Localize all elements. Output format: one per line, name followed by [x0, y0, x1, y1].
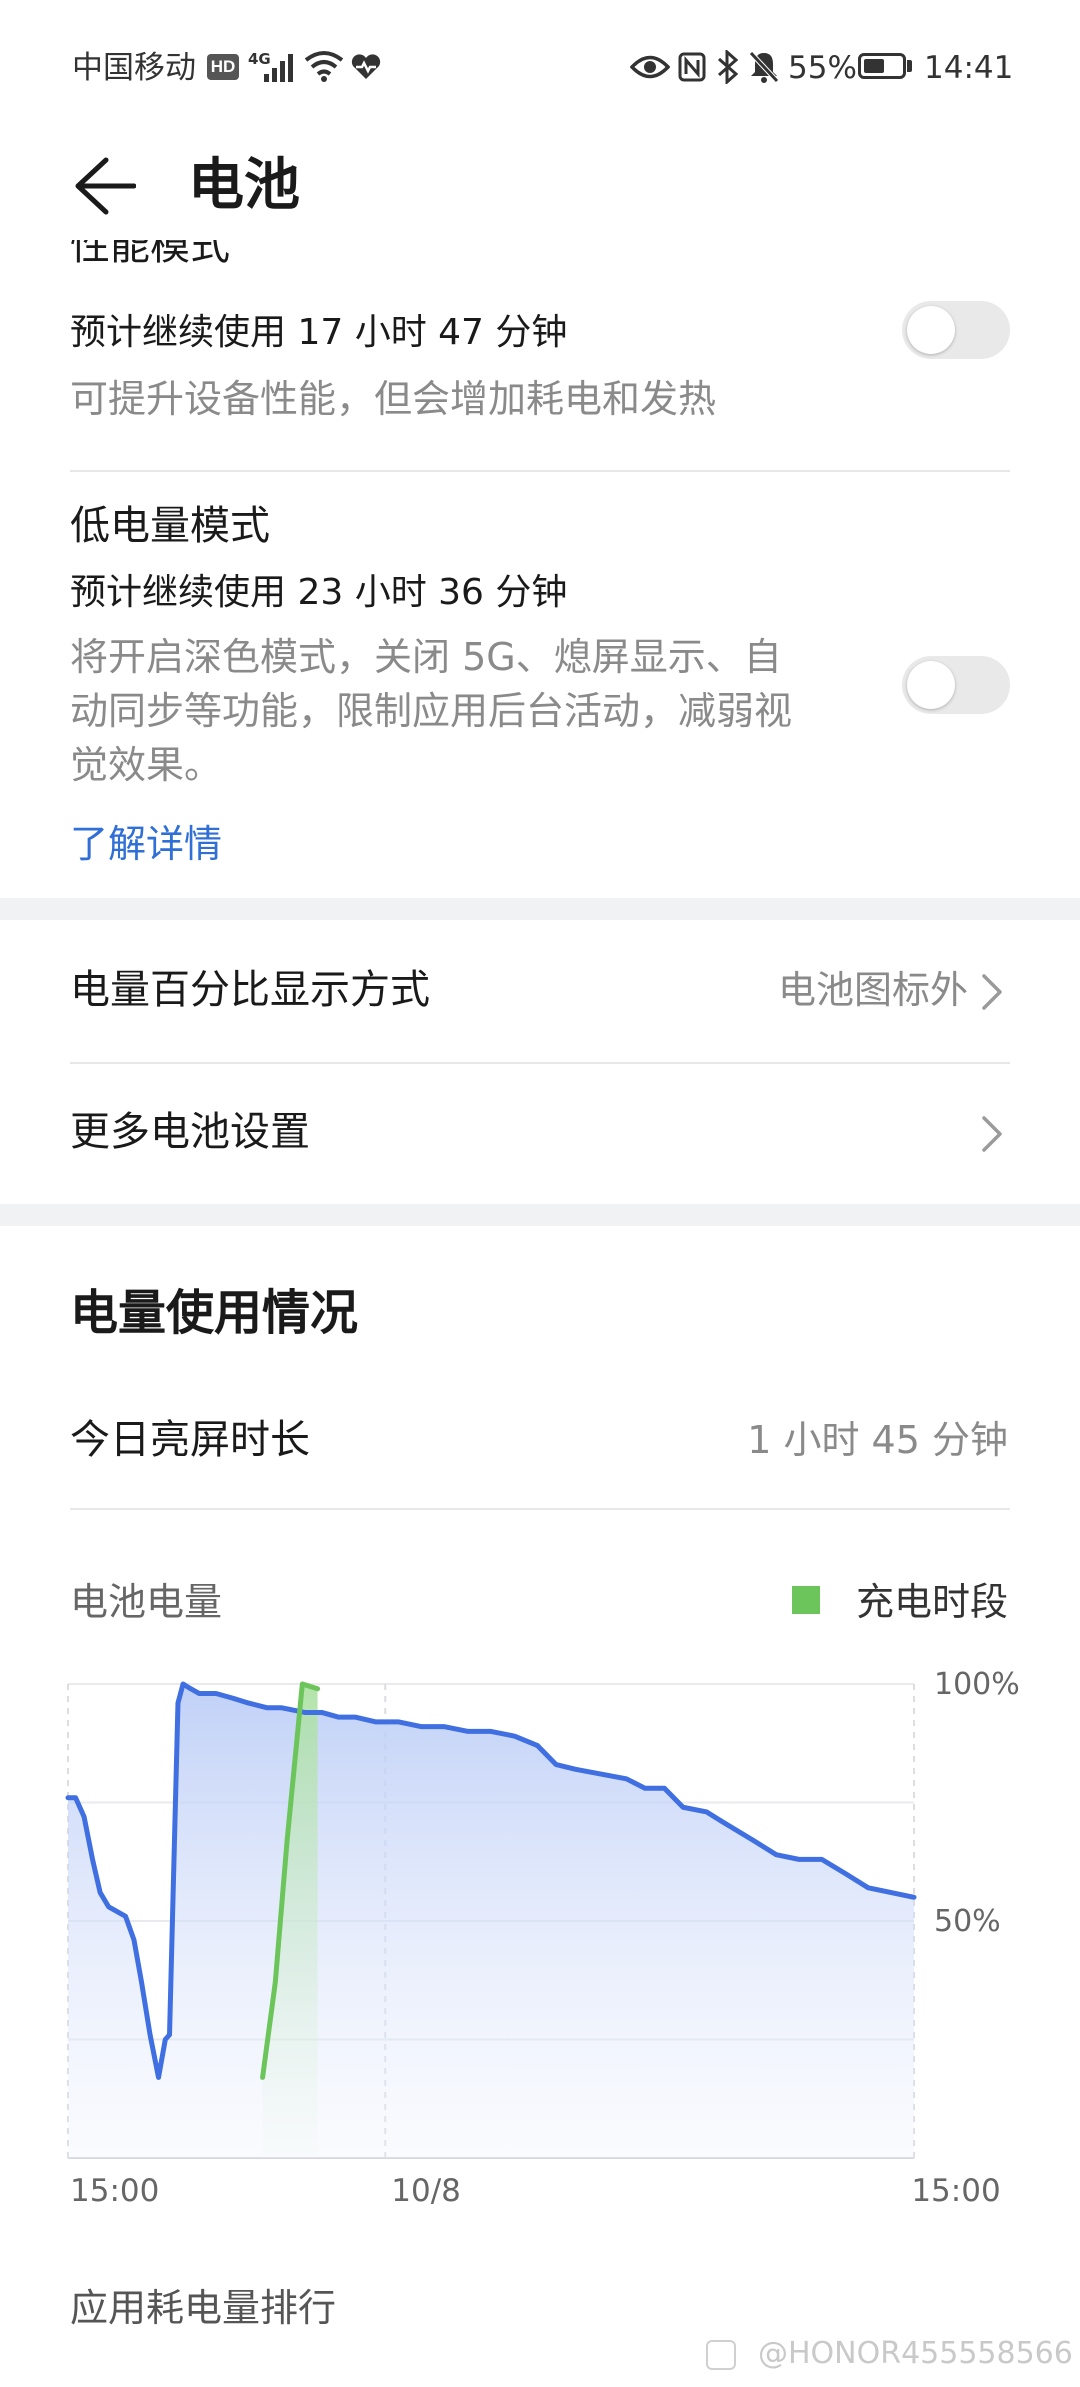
chevron-right-icon [982, 974, 1002, 1010]
low-power-mode-description-line-2: 动同步等功能，限制应用后台活动，减弱视 [70, 689, 793, 733]
performance-mode-estimate: 预计继续使用 17 小时 47 分钟 [70, 312, 568, 353]
page-title: 电池 [188, 153, 300, 218]
battery-level-chart: 100% 50% 15:00 10/8 15:00 [65, 1667, 1020, 2209]
performance-mode-title: 性能模式 [70, 240, 230, 269]
divider [70, 1508, 1010, 1510]
hd-badge: HD [207, 54, 239, 80]
battery-icon [858, 53, 906, 79]
battery-level-chart-label: 电池电量 [70, 1580, 223, 1624]
nfc-icon [678, 52, 706, 82]
y-tick-label: 100% [934, 1667, 1020, 1702]
low-power-mode-toggle[interactable] [902, 656, 1010, 714]
section-gap [0, 898, 1080, 920]
low-power-mode-estimate: 预计继续使用 23 小时 36 分钟 [70, 572, 568, 613]
back-arrow-icon[interactable] [72, 154, 136, 218]
x-tick-label: 15:00 [70, 2173, 159, 2209]
clock-time: 14:41 [924, 50, 1014, 86]
screen-time-label: 今日亮屏时长 [70, 1417, 310, 1463]
performance-mode-description: 可提升设备性能，但会增加耗电和发热 [70, 377, 717, 421]
low-power-mode-description-line-1: 将开启深色模式，关闭 5G、熄屏显示、自 [70, 635, 782, 679]
usage-section-title: 电量使用情况 [70, 1285, 359, 1341]
screen-time-value: 1 小时 45 分钟 [747, 1418, 1008, 1462]
chevron-right-icon [982, 1116, 1002, 1152]
performance-mode-toggle[interactable] [902, 301, 1010, 359]
status-bar: 中国移动 HD 4G 55% 14:41 [0, 0, 1080, 132]
performance-mode-title-clip: 性能模式 [0, 240, 1080, 294]
x-tick-label: 10/8 [391, 2173, 461, 2209]
battery-area-fill [68, 1684, 914, 2158]
more-battery-settings-label: 更多电池设置 [70, 1109, 310, 1155]
health-heart-icon [351, 54, 381, 79]
bluetooth-icon [718, 50, 739, 84]
percentage-display-label: 电量百分比显示方式 [70, 967, 430, 1013]
y-tick-label: 50% [934, 1904, 1001, 1939]
carrier-name: 中国移动 [72, 50, 196, 86]
app-ranking-title: 应用耗电量排行 [70, 2286, 337, 2330]
watermark-text: @HONOR455558566 [758, 2336, 1073, 2371]
wifi-icon [304, 51, 344, 82]
mute-bell-icon [749, 51, 779, 83]
section-gap [0, 1204, 1080, 1226]
charging-legend-label: 充电时段 [855, 1580, 1008, 1624]
percentage-display-row[interactable]: 电量百分比显示方式 电池图标外 [0, 920, 1080, 1060]
battery-percent: 55% [788, 50, 857, 86]
x-tick-label: 15:00 [911, 2173, 1000, 2209]
low-power-mode-title: 低电量模式 [70, 503, 270, 549]
charging-legend-swatch [792, 1586, 820, 1614]
divider [70, 470, 1010, 472]
signal-icon [264, 54, 293, 82]
learn-more-link[interactable]: 了解详情 [70, 818, 222, 870]
low-power-mode-description-line-3: 觉效果。 [70, 743, 223, 787]
more-battery-settings-row[interactable]: 更多电池设置 [0, 1064, 1080, 1204]
battery-tip [907, 60, 912, 72]
watermark-logo-icon [706, 2340, 736, 2370]
percentage-display-value: 电池图标外 [777, 968, 968, 1012]
eye-comfort-icon [630, 55, 670, 79]
